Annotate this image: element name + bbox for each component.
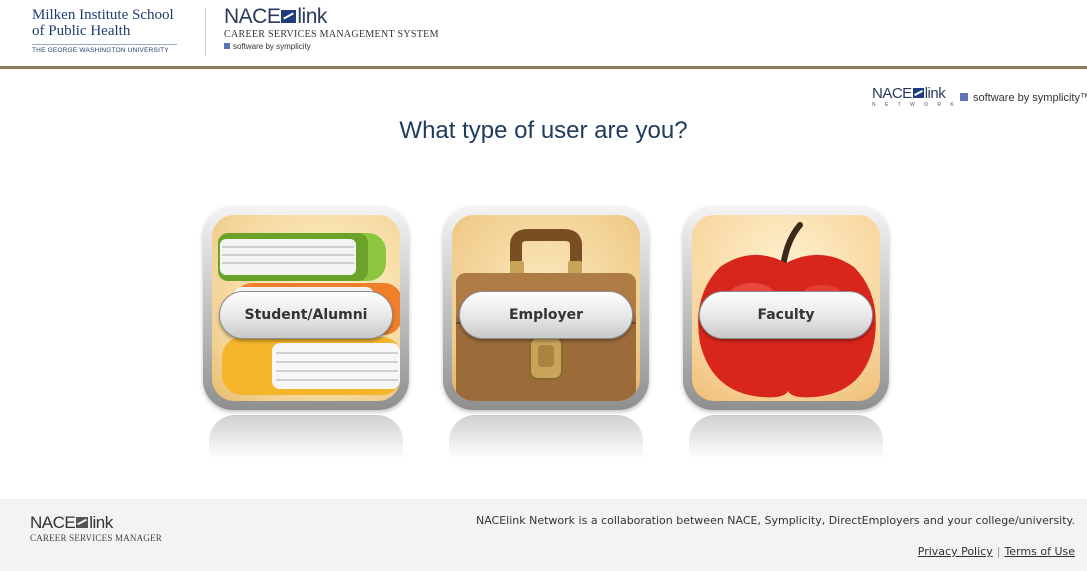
symplicity-tagline-text: software by symplicity™ [973, 92, 1087, 104]
nacelink-header-logo[interactable]: NACE link CAREER SERVICES MANAGEMENT SYST… [224, 6, 439, 51]
symplicity-square-icon [960, 93, 968, 101]
faculty-tile[interactable]: Faculty [683, 206, 889, 459]
nacelink-network-logo: NACE link N E T W O R K [872, 85, 958, 108]
footer-links: Privacy Policy | Terms of Use [918, 545, 1075, 558]
university-name: THE GEORGE WASHINGTON UNIVERSITY [32, 44, 177, 54]
network-logo-left: NACE [872, 85, 912, 102]
school-name: Milken Institute School of Public Health [32, 7, 192, 39]
nacelink-mark-icon [912, 88, 924, 98]
link-separator: | [996, 545, 1001, 558]
product-tagline-row: software by symplicity [224, 42, 439, 51]
page-footer: NACE link CAREER SERVICES MANAGER NACElin… [0, 499, 1087, 571]
nacelink-logo: NACE link [224, 6, 439, 28]
network-word: N E T W O R K [872, 102, 958, 108]
product-tagline: software by symplicity [233, 42, 311, 51]
footer-logo-left: NACE [30, 513, 76, 532]
logo-left-text: NACE [224, 5, 281, 28]
privacy-policy-link[interactable]: Privacy Policy [918, 545, 993, 558]
school-name-line1: Milken Institute School [32, 7, 174, 23]
tile-reflection [449, 415, 643, 459]
symplicity-square-icon [224, 43, 230, 49]
tile-reflection [209, 415, 403, 459]
faculty-button[interactable]: Faculty [699, 291, 873, 339]
nacelink-mark-icon [76, 517, 89, 528]
header-rule [0, 66, 1087, 69]
symplicity-tagline: software by symplicity™ [960, 92, 1087, 104]
terms-of-use-link[interactable]: Terms of Use [1004, 545, 1075, 558]
product-subtitle: CAREER SERVICES MANAGEMENT SYSTEM [224, 29, 439, 40]
school-logo[interactable]: Milken Institute School of Public Health… [32, 7, 192, 54]
footer-logo-right: link [89, 513, 113, 532]
footer-logo-text: NACE link [30, 514, 162, 532]
footer-logo-subtitle: CAREER SERVICES MANAGER [30, 533, 162, 543]
school-name-line2: of Public Health [32, 23, 131, 39]
employer-tile[interactable]: Employer [443, 206, 649, 459]
student-alumni-tile[interactable]: Student/Alumni [203, 206, 409, 459]
student-alumni-button[interactable]: Student/Alumni [219, 291, 393, 339]
footer-logo: NACE link CAREER SERVICES MANAGER [30, 514, 162, 544]
network-logo-right: link [924, 85, 946, 102]
nacelink-mark-icon [281, 10, 297, 23]
page-title: What type of user are you? [399, 117, 688, 144]
collaboration-text: NACElink Network is a collaboration betw… [475, 514, 1075, 527]
network-logo-text: NACE link [872, 85, 958, 102]
employer-button[interactable]: Employer [459, 291, 633, 339]
header-divider [205, 8, 206, 56]
page-header: Milken Institute School of Public Health… [0, 0, 1087, 66]
logo-right-text: link [297, 5, 327, 28]
tile-reflection [689, 415, 883, 459]
